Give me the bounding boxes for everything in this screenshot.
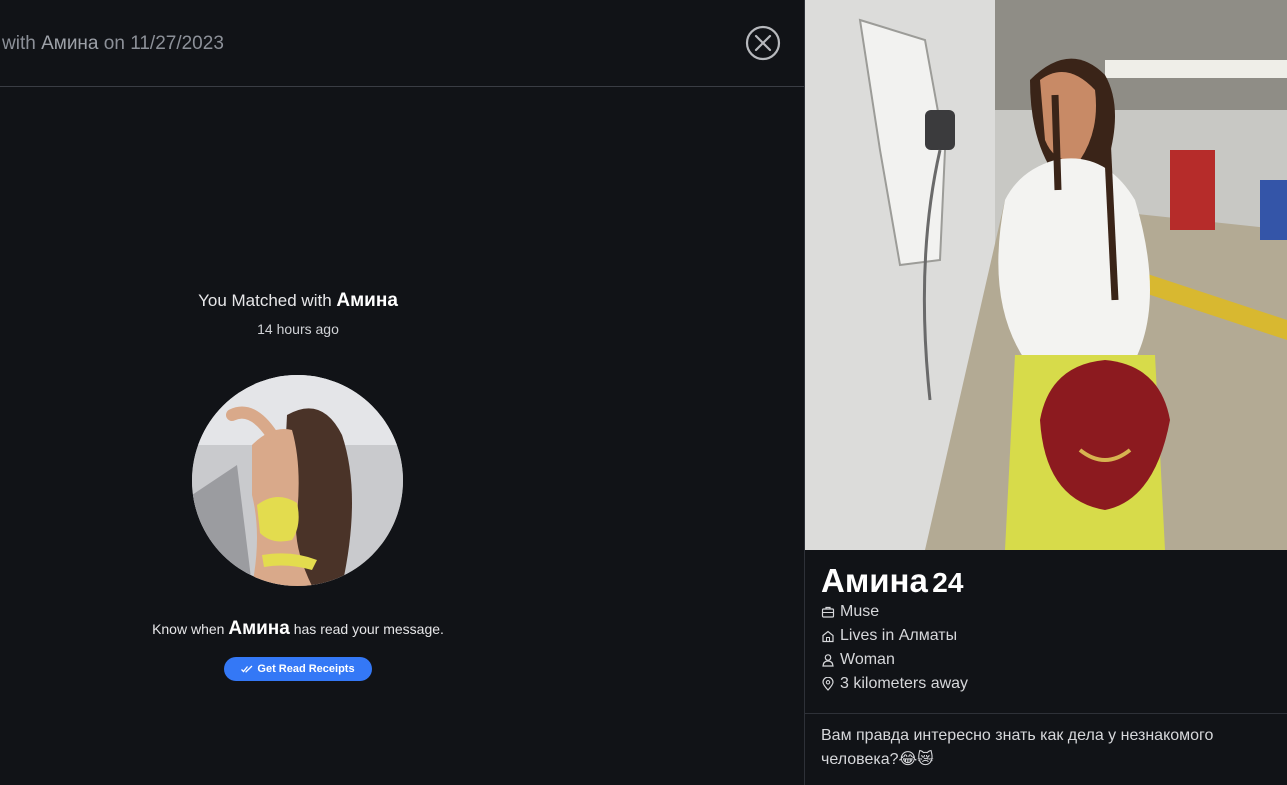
header-on: on — [103, 33, 125, 54]
match-title: You Matched with Амина — [98, 290, 498, 312]
read-receipts-text: Know when Амина has read your message. — [98, 618, 498, 640]
profile-age: 24 — [932, 567, 964, 598]
close-button[interactable] — [745, 25, 781, 61]
header-name: Амина — [41, 33, 99, 54]
profile-heading: Амина 24 — [821, 562, 1281, 600]
profile-distance: 3 kilometers away — [840, 675, 969, 692]
match-title-prefix: You Matched with — [198, 291, 332, 310]
close-circle-icon — [745, 25, 781, 61]
briefcase-icon — [821, 606, 835, 618]
profile-photo-image — [805, 0, 1287, 550]
match-info: You Matched with Амина 14 hours ago — [98, 290, 498, 337]
location-pin-icon — [822, 677, 834, 691]
home-icon — [822, 630, 834, 643]
profile-job: Muse — [840, 603, 880, 620]
profile-divider — [805, 713, 1287, 714]
chat-header: with Амина on 11/27/2023 — [0, 0, 804, 87]
profile-photo[interactable] — [805, 0, 1287, 550]
chat-pane: with Амина on 11/27/2023 You Matched wit… — [0, 0, 804, 785]
profile-pane: Амина 24 Muse Lives in Алматы Woman 3 ki… — [805, 0, 1287, 785]
get-read-receipts-button[interactable]: Get Read Receipts — [224, 657, 372, 681]
person-icon — [822, 654, 834, 667]
match-header-text: with Амина on 11/27/2023 — [2, 33, 224, 55]
profile-gender: Woman — [840, 651, 895, 668]
profile-job-row: Muse — [821, 600, 1281, 624]
avatar-photo — [192, 375, 403, 586]
match-avatar[interactable] — [192, 375, 403, 586]
match-time: 14 hours ago — [257, 321, 339, 337]
profile-distance-row: 3 kilometers away — [821, 672, 1281, 696]
header-prefix: with — [2, 33, 36, 54]
double-check-icon — [241, 665, 253, 673]
receipt-name: Амина — [228, 618, 290, 639]
profile-gender-row: Woman — [821, 648, 1281, 672]
receipt-suffix: has read your message. — [293, 621, 444, 637]
get-read-receipts-label: Get Read Receipts — [257, 663, 355, 675]
match-name: Амина — [336, 290, 398, 311]
profile-lives-row: Lives in Алматы — [821, 624, 1281, 648]
profile-info: Амина 24 Muse Lives in Алматы Woman 3 ki… — [821, 562, 1281, 696]
receipt-prefix: Know when — [152, 621, 225, 637]
profile-lives: Lives in Алматы — [840, 627, 958, 644]
profile-name: Амина — [821, 562, 928, 599]
header-date: 11/27/2023 — [130, 33, 224, 54]
profile-bio: Вам правда интересно знать как дела у не… — [821, 727, 1214, 768]
